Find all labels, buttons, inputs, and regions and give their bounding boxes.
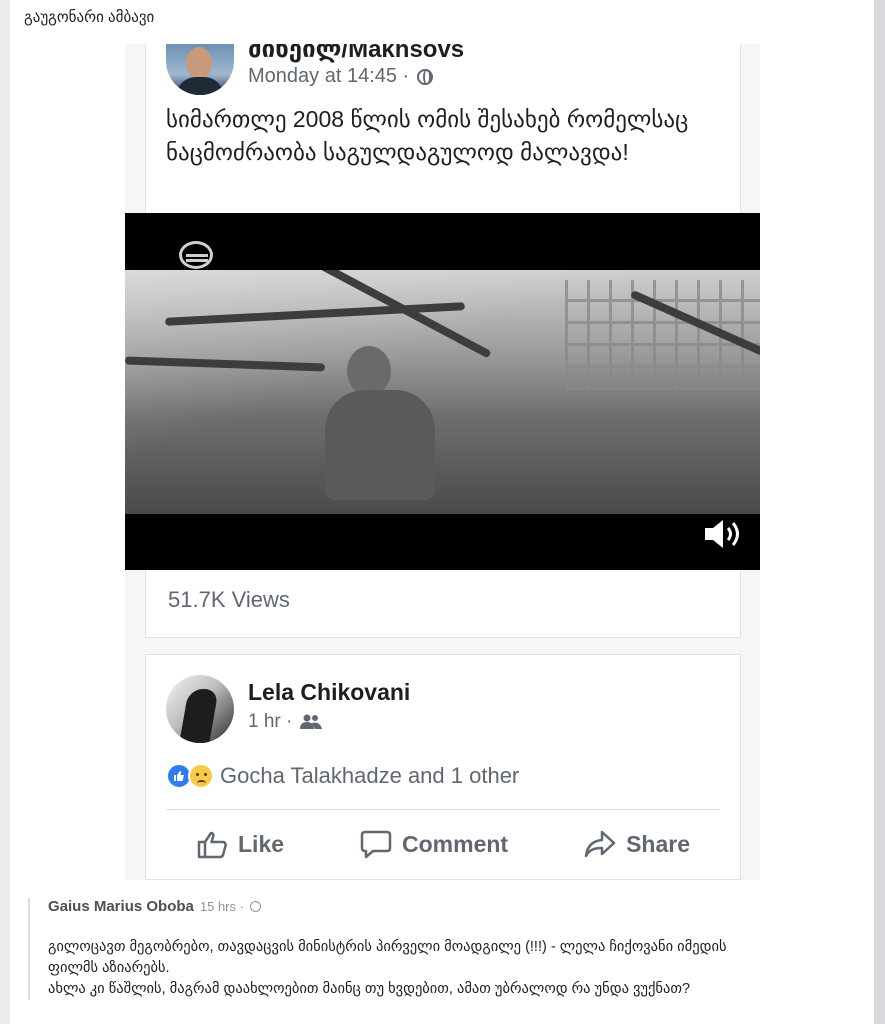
divider	[166, 809, 720, 810]
friends-icon	[300, 714, 323, 729]
reactions-summary[interactable]: Gocha Talakhadze and 1 other	[166, 763, 519, 789]
comment: Gaius Marius Oboba 15 hrs · გილოცავთ მეგ…	[28, 898, 858, 1000]
share-arrow-icon	[584, 830, 616, 858]
share-timestamp: 1 hr ·	[248, 711, 323, 733]
shared-screenshot: მიხეილ/Makhsovs Monday at 14:45 · სიმართ…	[125, 44, 760, 880]
share-time-text: 1 hr ·	[248, 711, 293, 732]
view-count: 51.7K Views	[168, 587, 290, 612]
post-text: სიმართლე 2008 წლის ომის შესახებ რომელსაც…	[166, 106, 689, 165]
reactions-text: Gocha Talakhadze and 1 other	[220, 763, 520, 788]
like-label: Like	[238, 830, 285, 857]
globe-icon	[417, 68, 434, 85]
thumbs-up-icon	[197, 831, 227, 859]
comment-line: ახლა კი წაშლის, მაგრამ დაახლოებით მაინც …	[48, 981, 691, 997]
channel-logo	[179, 241, 213, 269]
author-avatar[interactable]	[166, 44, 234, 95]
post-container: გაუგონარი ამბავი მიხეილ/Makhsovs Monday …	[10, 0, 874, 1024]
globe-icon	[249, 901, 261, 912]
comment-button[interactable]: Comment	[360, 829, 508, 859]
comment-timestamp[interactable]: 15 hrs ·	[200, 899, 244, 914]
page-title: გაუგონარი ამბავი	[24, 9, 155, 26]
post-author[interactable]: მიხეილ/Makhsovs	[248, 44, 464, 64]
volume-icon[interactable]	[703, 516, 745, 552]
comment-label: Comment	[402, 830, 509, 857]
video-frame	[125, 270, 760, 514]
sad-reaction-icon	[188, 763, 214, 789]
share-button[interactable]: Share	[584, 829, 690, 859]
comment-line: ფილმს აზიარებს.	[48, 960, 170, 976]
action-bar: Like Comment Share	[166, 815, 720, 873]
comment-line: გილოცავთ მეგობრებო, თავდაცვის მინისტრის …	[48, 939, 727, 955]
comment-author[interactable]: Gaius Marius Oboba	[48, 898, 194, 915]
scrollbar[interactable]	[874, 0, 885, 1024]
share-label: Share	[626, 830, 690, 857]
comment-bubble-icon	[360, 830, 392, 859]
share-post-card: Lela Chikovani 1 hr · Gocha Talakhadze a…	[145, 654, 741, 880]
sharer-name[interactable]: Lela Chikovani	[248, 679, 410, 706]
comment-body: გილოცავთ მეგობრებო, თავდაცვის მინისტრის …	[48, 937, 858, 1000]
sharer-avatar[interactable]	[166, 675, 234, 743]
video-player[interactable]	[125, 213, 760, 570]
like-button[interactable]: Like	[196, 829, 284, 859]
original-post-card: მიხეილ/Makhsovs Monday at 14:45 · სიმართ…	[125, 44, 760, 638]
post-time-text: Monday at 14:45 ·	[248, 65, 410, 87]
post-timestamp: Monday at 14:45 ·	[248, 65, 434, 88]
